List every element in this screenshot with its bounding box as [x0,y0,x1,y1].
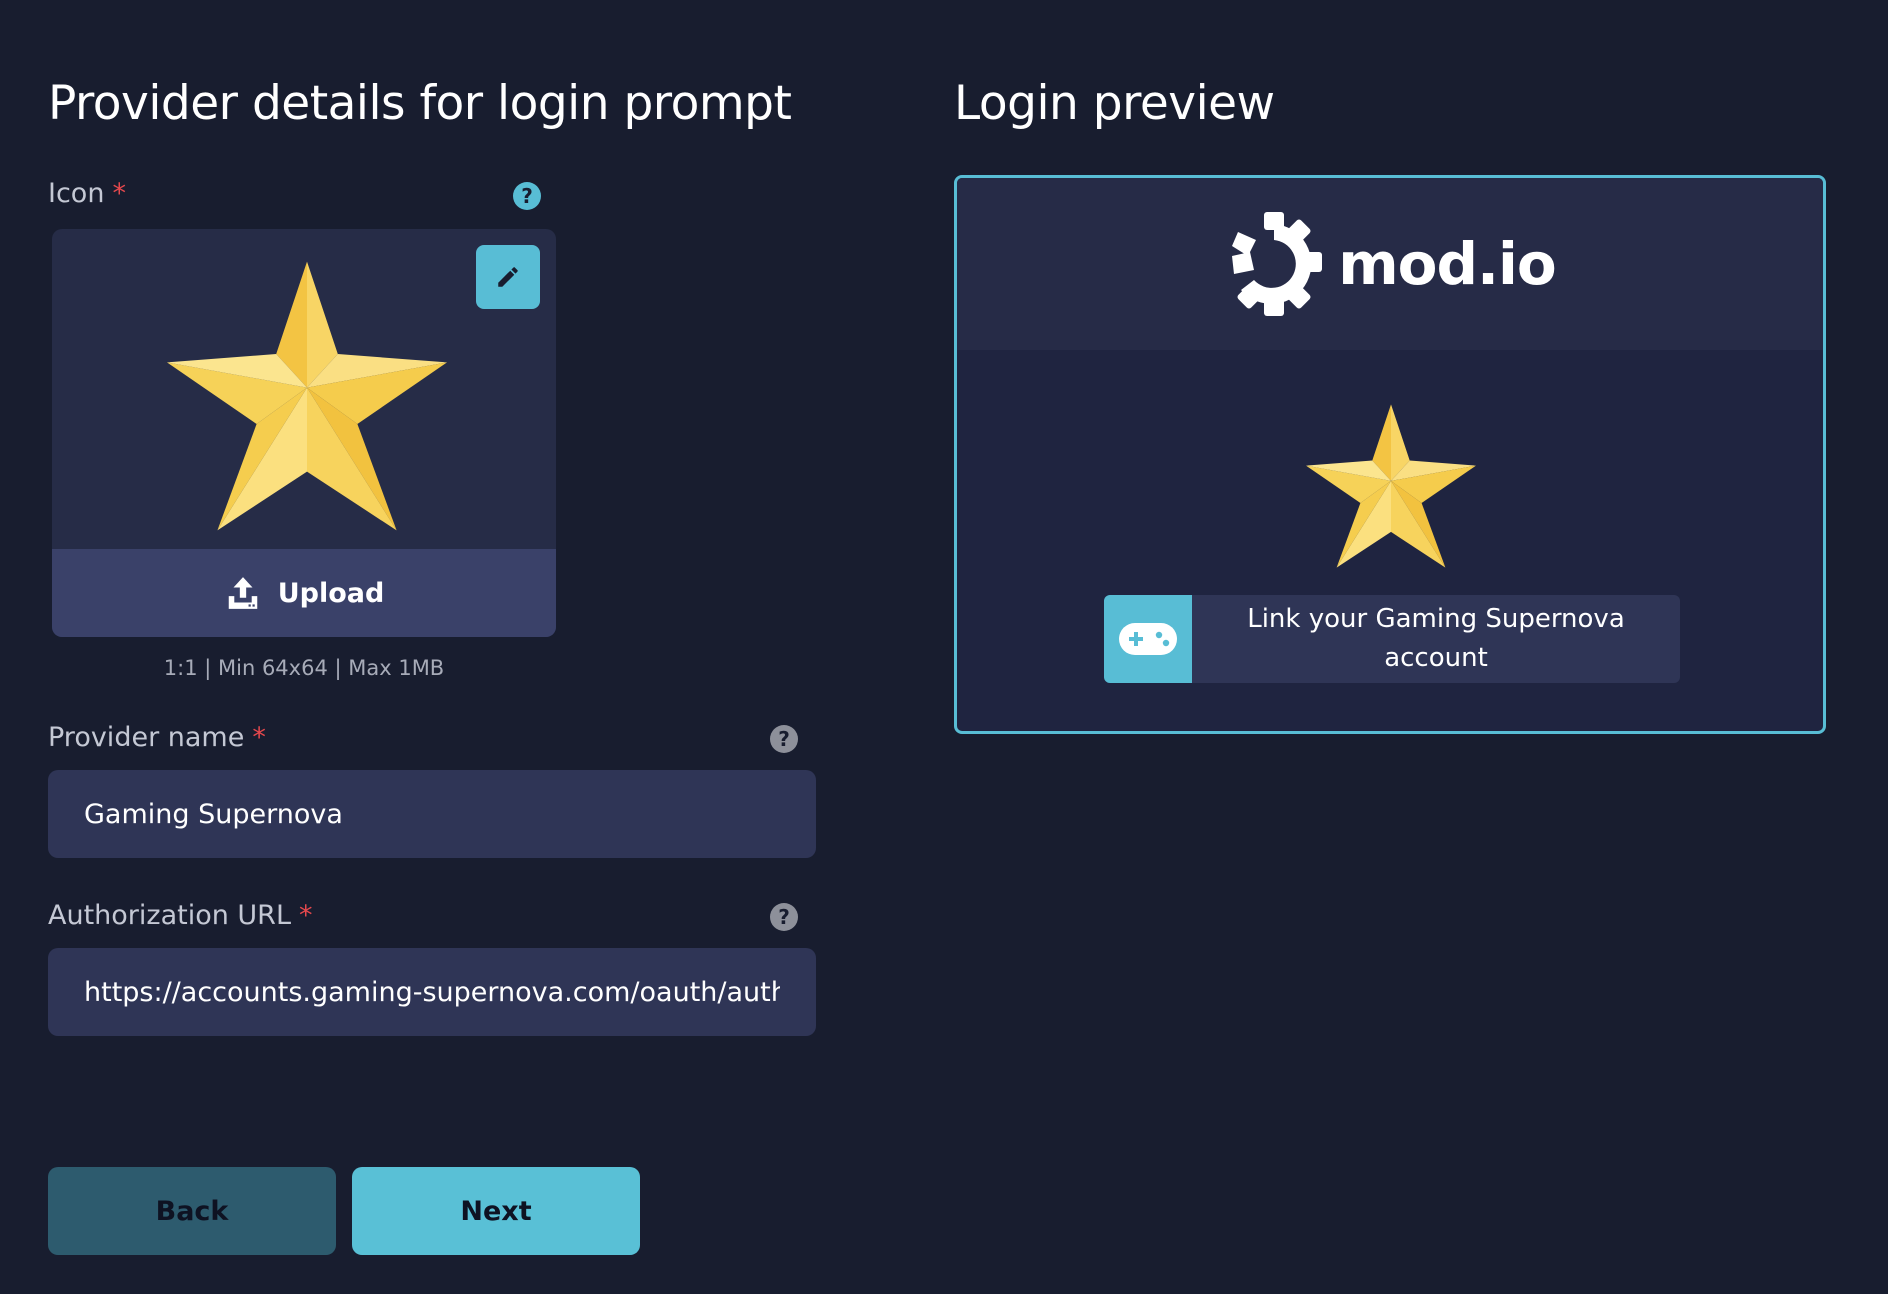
pencil-icon [498,267,518,287]
question-circle-icon[interactable]: ? [513,182,541,210]
next-button[interactable]: Next [352,1167,640,1255]
link-account-label: Link your Gaming Supernova account [1247,604,1625,673]
back-button[interactable]: Back [48,1167,336,1255]
provider-name-input[interactable] [48,770,816,858]
page-title: Provider details for login prompt [48,76,792,131]
provider-name-label-text: Provider name [48,722,245,753]
preview-header: mod.io [957,178,1823,350]
authorization-url-input[interactable] [48,948,816,1036]
icon-label: Icon * [48,178,126,209]
login-preview: mod.io Link your Gaming Supernova accoun… [954,175,1826,734]
link-account-button[interactable]: Link your Gaming Supernova account [1104,595,1680,683]
question-circle-icon[interactable]: ? [770,725,798,753]
upload-button[interactable]: Upload [52,549,556,637]
question-circle-icon[interactable]: ? [770,903,798,931]
provider-name-label: Provider name * [48,722,266,753]
required-marker: * [112,178,126,209]
icon-label-text: Icon [48,178,105,209]
preview-title: Login preview [954,76,1275,131]
brand-wordmark: mod.io [1338,230,1557,298]
upload-icon [228,577,257,609]
gamepad-icon-box [1104,595,1192,683]
required-marker: * [252,722,266,753]
gamepad-icon [1119,623,1177,655]
star-icon [167,261,447,531]
star-icon [1306,404,1476,568]
authorization-url-label: Authorization URL * [48,900,313,931]
authorization-url-label-text: Authorization URL [48,900,291,931]
icon-upload-card[interactable]: Upload [52,229,556,637]
required-marker: * [299,900,313,931]
page: Provider details for login prompt Icon * … [0,0,1888,1294]
modio-cog-icon [1232,212,1323,316]
edit-icon-button[interactable] [476,245,540,309]
icon-requirements-hint: 1:1 | Min 64x64 | Max 1MB [163,656,445,680]
upload-label: Upload [277,577,385,609]
